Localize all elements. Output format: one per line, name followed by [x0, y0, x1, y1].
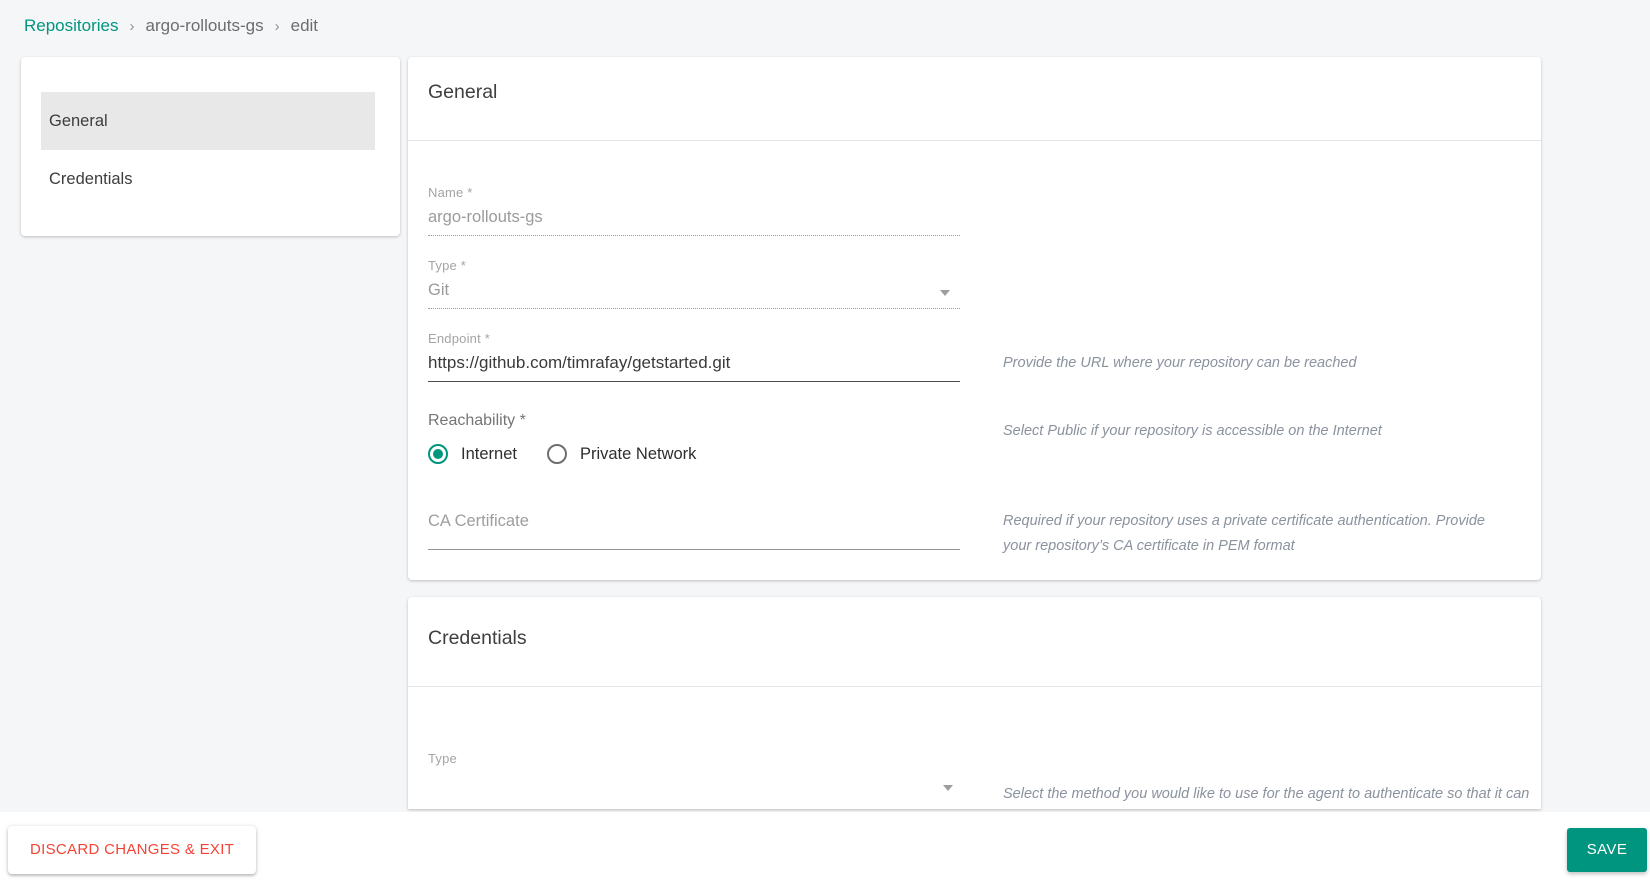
credentials-type-label: Type — [428, 751, 457, 766]
sidebar-item-general[interactable]: General — [41, 92, 375, 150]
breadcrumb: Repositories › argo-rollouts-gs › edit — [0, 0, 1650, 52]
radio-option-internet-label: Internet — [461, 444, 517, 463]
endpoint-helper-text: Provide the URL where your repository ca… — [1003, 355, 1357, 371]
breadcrumb-current-page: edit — [290, 16, 319, 35]
chevron-down-icon — [940, 290, 950, 296]
type-select-value: Git — [428, 280, 960, 309]
credentials-panel-body: Type Select the method you would like to… — [408, 687, 1541, 803]
section-nav-sidebar: General Credentials — [21, 57, 400, 236]
credentials-type-select[interactable]: Type — [428, 751, 960, 767]
endpoint-field-value[interactable]: https://github.com/timrafay/getstarted.g… — [428, 353, 960, 382]
ca-certificate-placeholder[interactable]: CA Certificate — [428, 512, 960, 550]
reachability-radio-group: Internet Private Network — [428, 444, 1521, 464]
name-field-label: Name * — [428, 185, 473, 200]
radio-selected-icon — [428, 444, 448, 464]
breadcrumb-item-repository-name: argo-rollouts-gs — [145, 16, 264, 35]
save-button[interactable]: SAVE — [1567, 827, 1647, 872]
general-panel-body: Name * argo-rollouts-gs Type * Git Endpo… — [408, 141, 1541, 580]
discard-changes-button[interactable]: DISCARD CHANGES & EXIT — [8, 825, 257, 874]
chevron-right-icon: › — [129, 17, 135, 35]
credentials-panel: Credentials Type Select the method you w… — [408, 597, 1541, 809]
footer-action-bar: DISCARD CHANGES & EXIT SAVE — [0, 812, 1650, 887]
name-field: Name * argo-rollouts-gs — [428, 185, 960, 236]
endpoint-field[interactable]: Endpoint * https://github.com/timrafay/g… — [428, 331, 960, 382]
reachability-helper-text: Select Public if your repository is acce… — [1003, 423, 1382, 439]
radio-option-private-network-label: Private Network — [579, 444, 697, 463]
ca-certificate-helper-text: Required if your repository uses a priva… — [1003, 513, 1485, 554]
type-select: Type * Git — [428, 258, 960, 309]
radio-option-internet[interactable]: Internet — [428, 444, 517, 464]
radio-unselected-icon — [546, 444, 567, 464]
breadcrumb-link-repositories[interactable]: Repositories — [24, 16, 119, 36]
type-select-label: Type * — [428, 258, 467, 273]
endpoint-field-label: Endpoint * — [428, 331, 490, 346]
page-content: General Credentials General Name * argo-… — [0, 52, 1650, 809]
general-panel-title: General — [408, 57, 1541, 141]
name-field-value: argo-rollouts-gs — [428, 207, 960, 236]
ca-certificate-field[interactable]: CA Certificate — [428, 512, 960, 550]
chevron-right-icon: › — [274, 17, 280, 35]
credentials-type-helper-text: Select the method you would like to use … — [1003, 786, 1530, 802]
radio-option-private-network[interactable]: Private Network — [546, 444, 697, 464]
chevron-down-icon — [943, 785, 953, 791]
credentials-panel-title: Credentials — [408, 597, 1541, 687]
general-panel: General Name * argo-rollouts-gs Type * G… — [408, 57, 1541, 580]
main-column: General Name * argo-rollouts-gs Type * G… — [408, 57, 1541, 809]
sidebar-item-credentials[interactable]: Credentials — [41, 150, 375, 208]
